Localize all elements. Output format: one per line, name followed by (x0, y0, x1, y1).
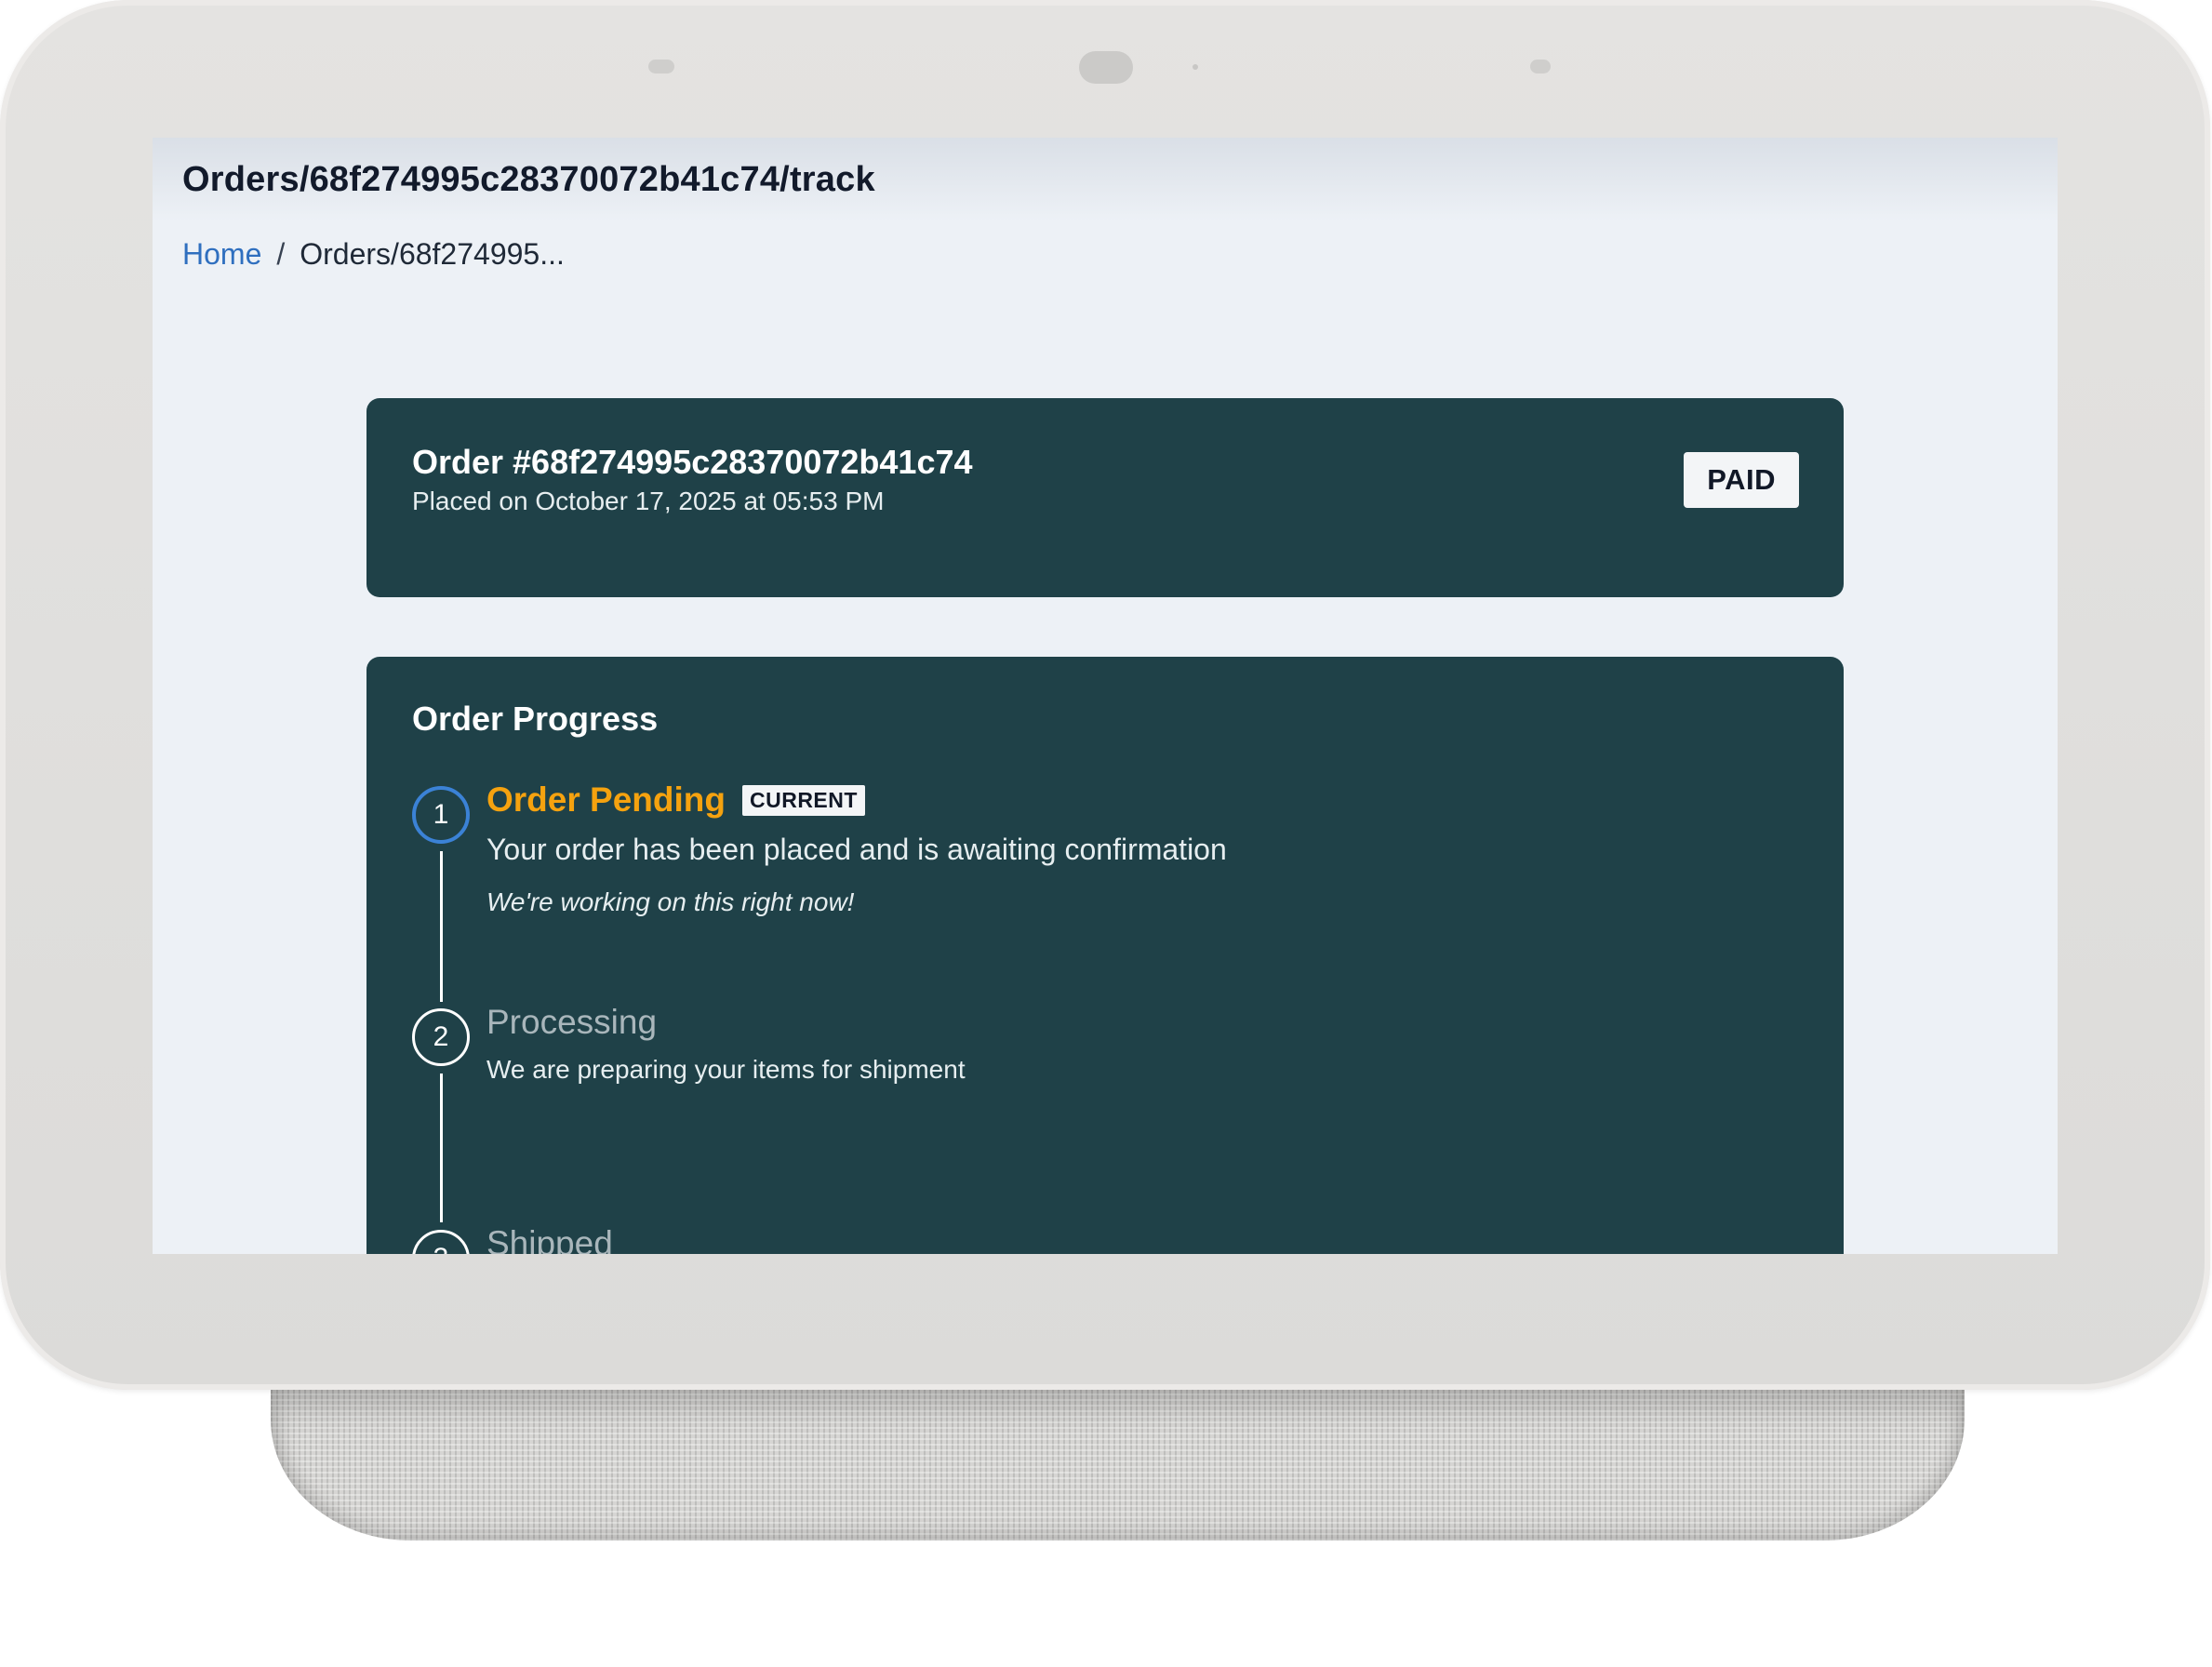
camera-icon (1079, 51, 1133, 84)
step-number-circle: 3 (412, 1230, 470, 1254)
page-title: Orders/68f274995c28370072b41c74/track (182, 160, 875, 199)
breadcrumb: Home / Orders/68f274995... (182, 237, 565, 272)
current-badge: CURRENT (741, 784, 865, 816)
step-description: Your order has been placed and is awaiti… (486, 833, 1227, 866)
progress-title: Order Progress (412, 700, 659, 738)
order-title: Order #68f274995c28370072b41c74 (412, 443, 973, 481)
step-number-circle: 1 (412, 786, 470, 844)
order-placed-date: Placed on October 17, 2025 at 05:53 PM (412, 487, 885, 515)
step-title: Order Pending (486, 780, 726, 819)
smart-display-frame: Orders/68f274995c28370072b41c74/track Ho… (0, 0, 2210, 1390)
step-note: We're working on this right now! (486, 887, 855, 916)
fabric-speaker-base (271, 1390, 1965, 1540)
step-title: Shipped (486, 1224, 613, 1254)
step-content: Processing We are preparing your items f… (486, 1003, 1603, 1085)
step-number-circle: 2 (412, 1008, 470, 1066)
step-title: Processing (486, 1003, 658, 1041)
step-connector (440, 1074, 443, 1222)
sensor-icon (648, 60, 674, 73)
microphone-icon (1530, 60, 1551, 73)
step-content: Shipped (486, 1224, 1603, 1254)
step-title-row: Order Pending CURRENT (486, 780, 1603, 820)
payment-status-badge: PAID (1684, 452, 1799, 508)
breadcrumb-home-link[interactable]: Home (182, 237, 261, 272)
breadcrumb-current: Orders/68f274995... (300, 237, 565, 271)
light-sensor-icon (1193, 64, 1198, 70)
device-screen: Orders/68f274995c28370072b41c74/track Ho… (153, 138, 2058, 1254)
step-connector (440, 851, 443, 1002)
breadcrumb-separator: / (276, 237, 286, 271)
step-content: Order Pending CURRENT Your order has bee… (486, 780, 1603, 917)
order-summary-card: Order #68f274995c28370072b41c74 Placed o… (366, 398, 1844, 597)
step-description: We are preparing your items for shipment (486, 1055, 966, 1084)
order-progress-card: Order Progress 1 Order Pending CURRENT Y… (366, 657, 1844, 1254)
